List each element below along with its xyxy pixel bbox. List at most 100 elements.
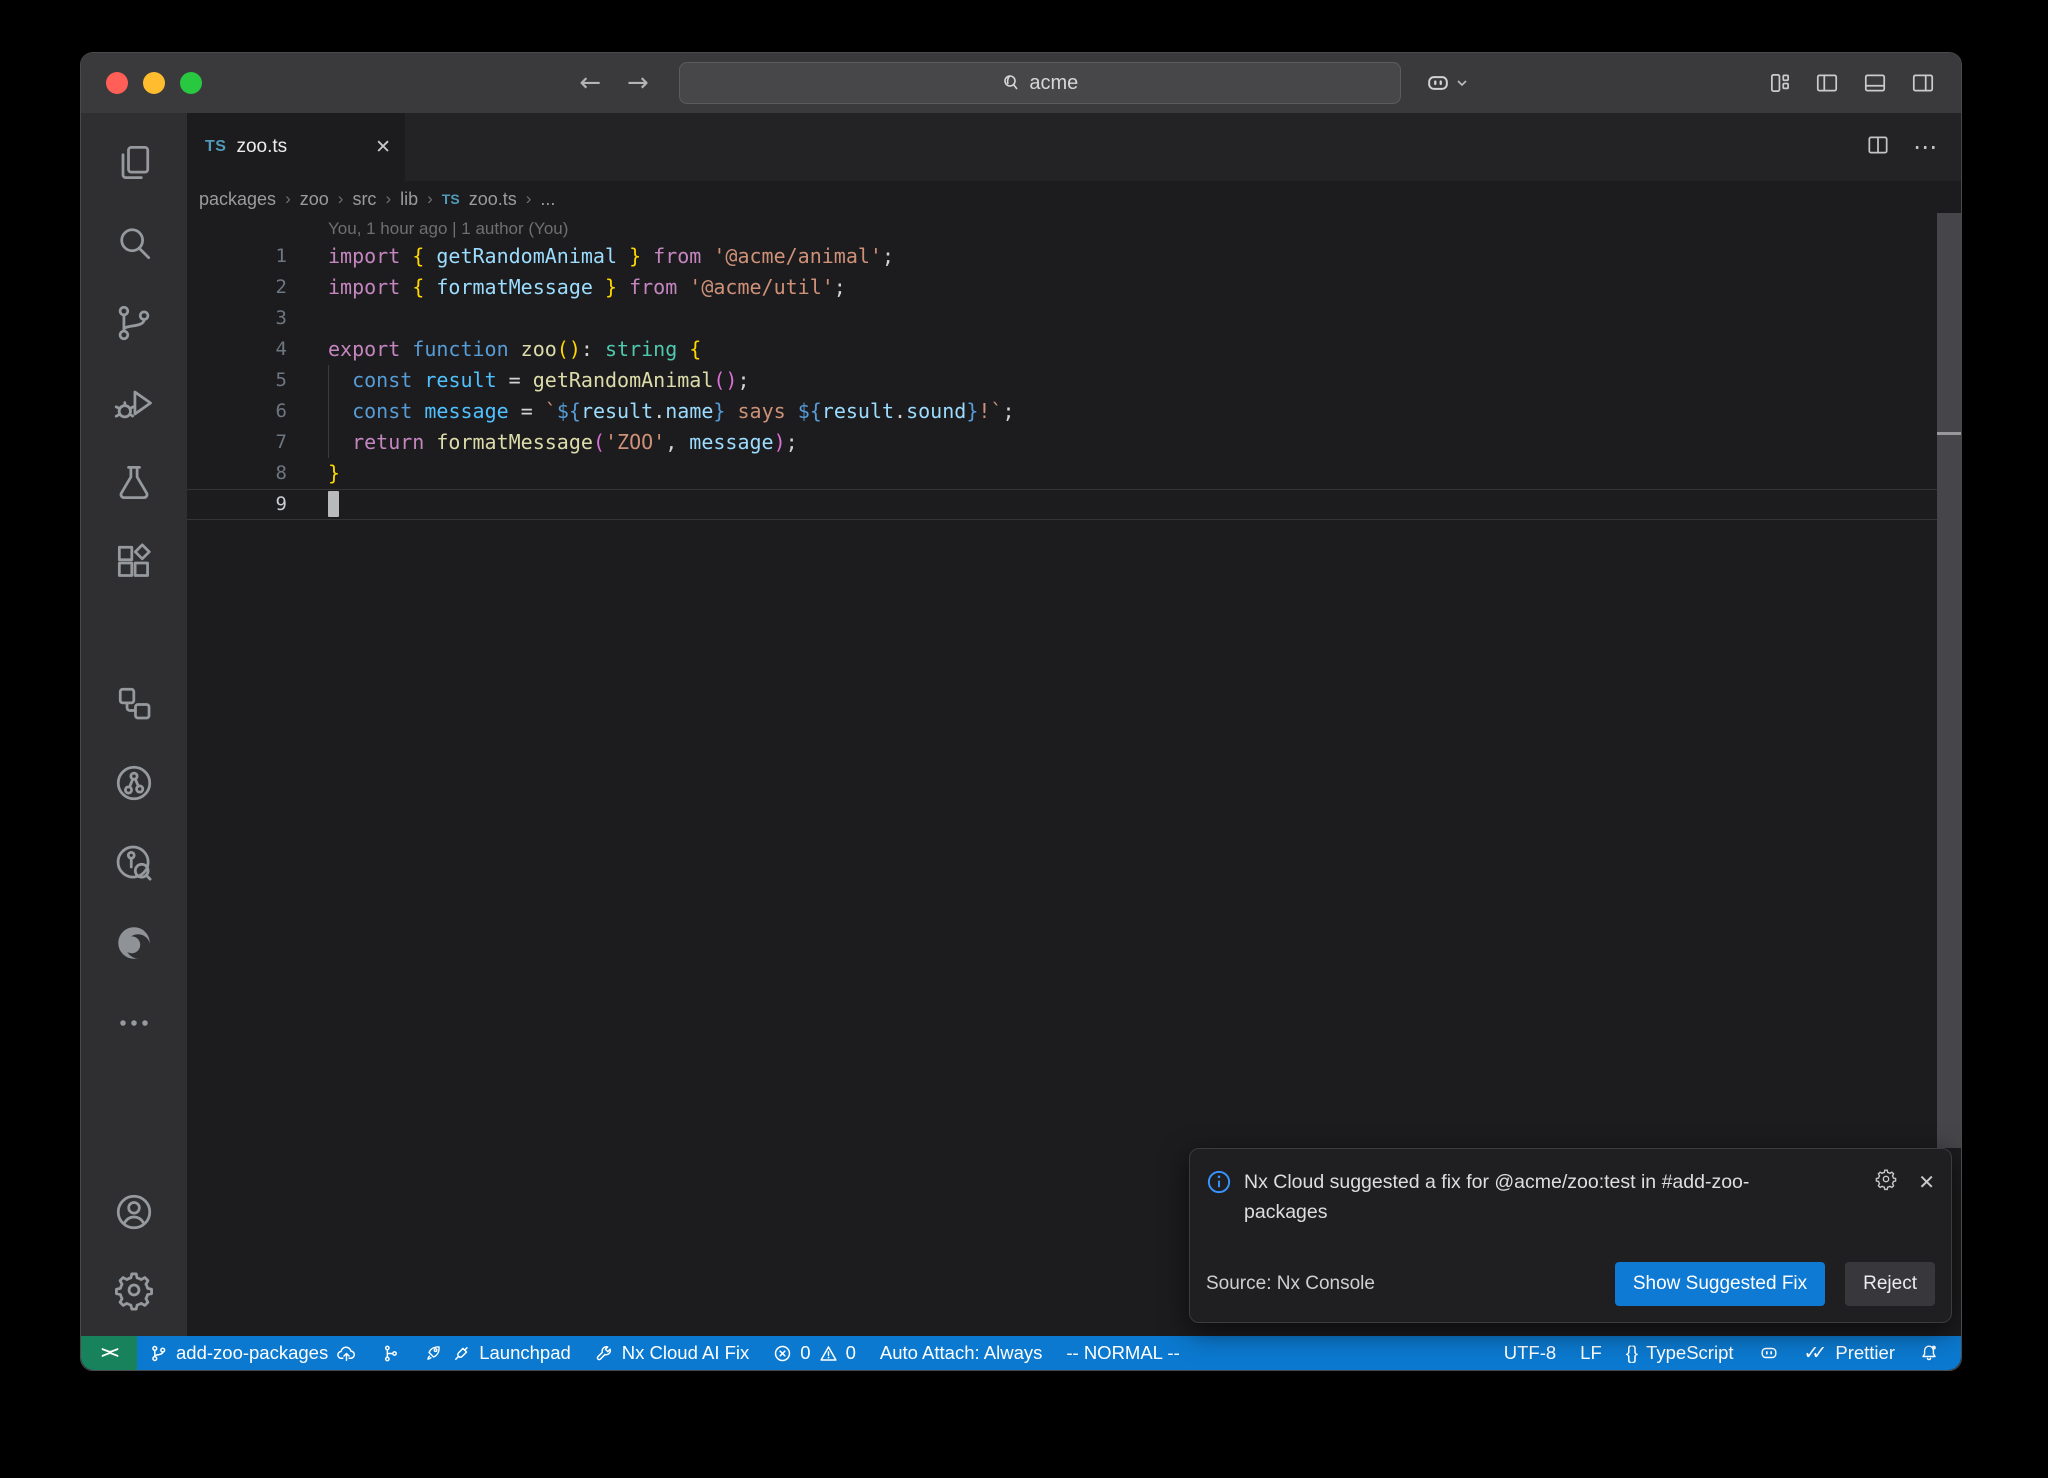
auto-attach-item[interactable]: Auto Attach: Always	[868, 1336, 1054, 1370]
close-tab-icon[interactable]: ✕	[375, 136, 391, 159]
titlebar: ← → acme	[81, 53, 1961, 113]
command-center-value: acme	[1029, 72, 1078, 95]
breadcrumb-item[interactable]: src	[352, 189, 376, 210]
copilot-menu[interactable]	[1425, 70, 1469, 96]
gitlens-graph-item[interactable]	[369, 1336, 412, 1370]
minimize-window-button[interactable]	[143, 72, 165, 94]
customize-layout-icon[interactable]	[1767, 70, 1793, 96]
code-line[interactable]: 6 const message = `${result.name} says $…	[187, 396, 1961, 427]
more-actions-icon[interactable]: ⋯	[1913, 133, 1937, 162]
more-icon[interactable]	[112, 1001, 156, 1045]
forward-arrow-icon[interactable]: →	[621, 70, 655, 96]
nx-cloud-fix-item[interactable]: Nx Cloud AI Fix	[583, 1336, 762, 1370]
code-text: import { getRandomAnimal } from '@acme/a…	[328, 241, 894, 272]
launchpad-item[interactable]: Launchpad	[412, 1336, 583, 1370]
gitlens-icon[interactable]	[112, 761, 156, 805]
code-line[interactable]: 8}	[187, 458, 1961, 489]
toggle-panel-icon[interactable]	[1861, 70, 1889, 96]
accounts-icon[interactable]	[112, 1190, 156, 1234]
extensions-icon[interactable]	[112, 541, 156, 585]
git-blame-annotation: You, 1 hour ago | 1 author (You)	[328, 217, 1961, 241]
back-arrow-icon[interactable]: ←	[573, 70, 607, 96]
breadcrumb-item[interactable]: zoo	[300, 189, 329, 210]
bell-icon	[1919, 1343, 1939, 1363]
breadcrumb-separator: ›	[526, 189, 532, 209]
line-number: 4	[187, 334, 287, 365]
search-icon	[1001, 73, 1021, 93]
activity-bar	[81, 113, 187, 1336]
code-text: import { formatMessage } from '@acme/uti…	[328, 272, 846, 303]
line-number: 3	[187, 303, 287, 334]
close-window-button[interactable]	[106, 72, 128, 94]
breadcrumb-separator: ›	[338, 189, 344, 209]
notification-settings-gear-icon[interactable]	[1874, 1167, 1898, 1196]
breadcrumb-file[interactable]: zoo.ts	[469, 189, 517, 210]
explorer-icon[interactable]	[112, 141, 156, 185]
line-number: 2	[187, 272, 287, 303]
info-icon	[1206, 1169, 1232, 1195]
breadcrumb-item[interactable]: lib	[400, 189, 418, 210]
eol-item[interactable]: LF	[1568, 1336, 1614, 1370]
code-line[interactable]: 4 export function zoo(): string {	[187, 334, 1961, 365]
git-branch-item[interactable]: add-zoo-packages	[137, 1336, 369, 1370]
code-line[interactable]: 7 return formatMessage('ZOO', message);	[187, 427, 1961, 458]
line-number: 1	[187, 241, 287, 272]
code-line[interactable]: 5 const result = getRandomAnimal();	[187, 365, 1961, 396]
breadcrumb-separator: ›	[385, 189, 391, 209]
toggle-secondary-sidebar-icon[interactable]	[1909, 70, 1937, 96]
code-line[interactable]: 3	[187, 303, 1961, 334]
prettier-item[interactable]: ✓✓ Prettier	[1792, 1336, 1907, 1370]
braces-icon: {}	[1626, 1342, 1638, 1364]
code-text: export function zoo(): string {	[328, 334, 701, 365]
text-cursor	[328, 491, 339, 517]
vim-mode-item[interactable]: -- NORMAL --	[1054, 1336, 1191, 1370]
code-text: const result = getRandomAnimal();	[328, 365, 750, 396]
testing-icon[interactable]	[112, 461, 156, 505]
copilot-status-item[interactable]	[1746, 1336, 1792, 1370]
maximize-window-button[interactable]	[180, 72, 202, 94]
code-line[interactable]: 1 import { getRandomAnimal } from '@acme/…	[187, 241, 1961, 272]
warning-count: 0	[846, 1342, 856, 1364]
code-text	[328, 489, 339, 520]
reject-button[interactable]: Reject	[1845, 1262, 1935, 1306]
plug-icon	[452, 1344, 471, 1363]
breadcrumb-item[interactable]: packages	[199, 189, 276, 210]
line-number: 5	[187, 365, 287, 396]
nx-console-icon[interactable]	[112, 681, 156, 725]
git-branch-icon	[149, 1344, 168, 1363]
chevron-down-icon	[1455, 76, 1469, 90]
indent-guide	[328, 365, 329, 458]
run-debug-icon[interactable]	[112, 381, 156, 425]
notifications-bell-item[interactable]	[1907, 1336, 1951, 1370]
toggle-sidebar-icon[interactable]	[1813, 70, 1841, 96]
language-mode-item[interactable]: {} TypeScript	[1614, 1336, 1746, 1370]
code-line[interactable]: 9	[187, 489, 1961, 520]
code-line[interactable]: 2 import { formatMessage } from '@acme/ut…	[187, 272, 1961, 303]
notification-toast: Nx Cloud suggested a fix for @acme/zoo:t…	[1189, 1148, 1952, 1323]
gitlens-inspect-icon[interactable]	[112, 841, 156, 885]
settings-gear-icon[interactable]	[112, 1268, 156, 1312]
encoding-item[interactable]: UTF-8	[1492, 1336, 1568, 1370]
breadcrumb-separator: ›	[285, 189, 291, 209]
warning-icon	[819, 1344, 838, 1363]
search-icon[interactable]	[112, 221, 156, 265]
command-center-search[interactable]: acme	[679, 62, 1401, 104]
typescript-file-icon: TS	[205, 138, 226, 156]
line-number: 8	[187, 458, 287, 489]
rocket-icon	[424, 1343, 444, 1363]
split-editor-icon[interactable]	[1865, 132, 1891, 163]
tab-zoo-ts[interactable]: TS zoo.ts ✕	[187, 113, 405, 181]
source-control-icon[interactable]	[112, 301, 156, 345]
edge-browser-icon[interactable]	[112, 921, 156, 965]
editor-scrollbar[interactable]	[1937, 213, 1961, 1148]
breadcrumb-separator: ›	[427, 189, 433, 209]
notification-message: Nx Cloud suggested a fix for @acme/zoo:t…	[1244, 1167, 1824, 1227]
launchpad-label: Launchpad	[479, 1342, 571, 1364]
error-count: 0	[800, 1342, 810, 1364]
notification-close-icon[interactable]: ✕	[1918, 1170, 1935, 1194]
breadcrumb-symbol-placeholder[interactable]: ...	[540, 189, 555, 210]
remote-indicator[interactable]: ><	[81, 1336, 137, 1370]
show-suggested-fix-button[interactable]: Show Suggested Fix	[1615, 1262, 1825, 1306]
problems-item[interactable]: 0 0	[761, 1336, 868, 1370]
vscode-window: ← → acme	[80, 52, 1962, 1371]
